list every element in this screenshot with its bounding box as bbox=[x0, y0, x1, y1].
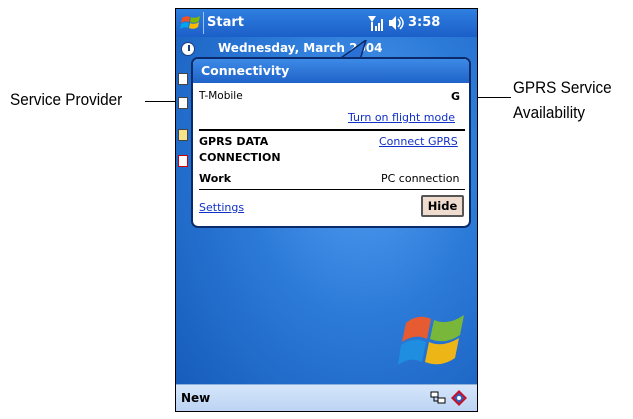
callout-gprs-line1: GPRS Service bbox=[513, 78, 612, 97]
flight-mode-link[interactable]: Turn on flight mode bbox=[348, 111, 455, 124]
today-item-icon[interactable] bbox=[178, 97, 188, 109]
start-label[interactable]: Start bbox=[207, 15, 244, 30]
work-connection-value: PC connection bbox=[381, 172, 460, 185]
work-label: Work bbox=[199, 172, 232, 185]
clock[interactable]: 3:58 bbox=[408, 15, 440, 30]
connectivity-title: Connectivity bbox=[201, 63, 290, 78]
hide-button[interactable]: Hide bbox=[421, 195, 464, 217]
new-button[interactable]: New bbox=[181, 391, 210, 405]
service-provider-name: T-Mobile bbox=[199, 90, 243, 102]
today-item-icon[interactable] bbox=[178, 73, 188, 85]
connectivity-header: Connectivity bbox=[193, 59, 469, 83]
windows-start-icon[interactable] bbox=[180, 12, 202, 34]
gprs-label-line2: CONNECTION bbox=[199, 151, 281, 164]
gprs-label: GPRS DATA bbox=[199, 135, 269, 148]
today-date-row[interactable]: Wednesday, March 2004 bbox=[176, 39, 477, 59]
section-divider bbox=[199, 129, 465, 131]
clock-icon bbox=[181, 42, 195, 56]
system-tray-icon[interactable] bbox=[450, 389, 468, 407]
windows-logo bbox=[398, 315, 464, 365]
section-divider bbox=[199, 189, 465, 190]
network-icon[interactable] bbox=[430, 391, 446, 405]
callout-service-provider: Service Provider bbox=[10, 90, 123, 109]
settings-link[interactable]: Settings bbox=[199, 201, 244, 214]
connect-gprs-link[interactable]: Connect GPRS bbox=[379, 135, 458, 148]
speaker-icon[interactable] bbox=[387, 15, 405, 31]
today-item-icon[interactable] bbox=[178, 155, 188, 167]
today-item-icon[interactable] bbox=[178, 129, 188, 141]
signal-icon[interactable] bbox=[367, 14, 385, 32]
gprs-availability-indicator: G bbox=[451, 90, 461, 103]
command-bar: New bbox=[176, 384, 477, 411]
title-divider bbox=[203, 12, 204, 34]
connectivity-popup: Connectivity T-Mobile G Turn on flight m… bbox=[191, 57, 471, 228]
title-bar: Start 3:58 bbox=[176, 9, 477, 37]
callout-gprs-line2: Availability bbox=[513, 103, 586, 122]
